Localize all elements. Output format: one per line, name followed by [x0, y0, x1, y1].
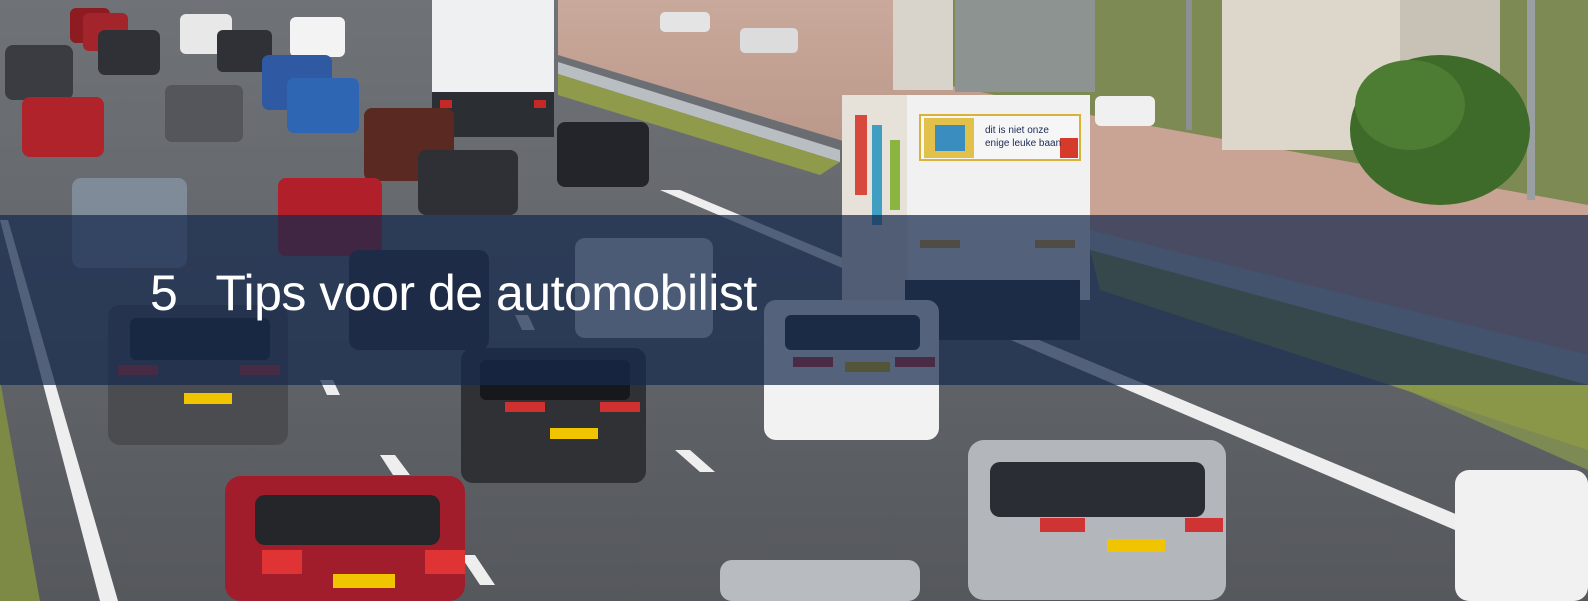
chapter-number: 5: [150, 265, 178, 321]
overpass-pillar: [893, 0, 953, 90]
light-pole: [1186, 0, 1192, 130]
page-title: 5 Tips voor de automobilist: [150, 268, 757, 318]
hero-banner: dit is niet onze enige leuke baan 5 Tips…: [0, 0, 1588, 601]
truck-sign-line2: enige leuke baan: [985, 138, 1061, 149]
box-truck: [432, 0, 554, 100]
overpass-pillar: [955, 0, 1095, 92]
light-pole: [1527, 0, 1535, 200]
chapter-title: Tips voor de automobilist: [215, 265, 757, 321]
tree: [1355, 60, 1465, 150]
truck-sign-line1: dit is niet onze: [985, 125, 1049, 136]
